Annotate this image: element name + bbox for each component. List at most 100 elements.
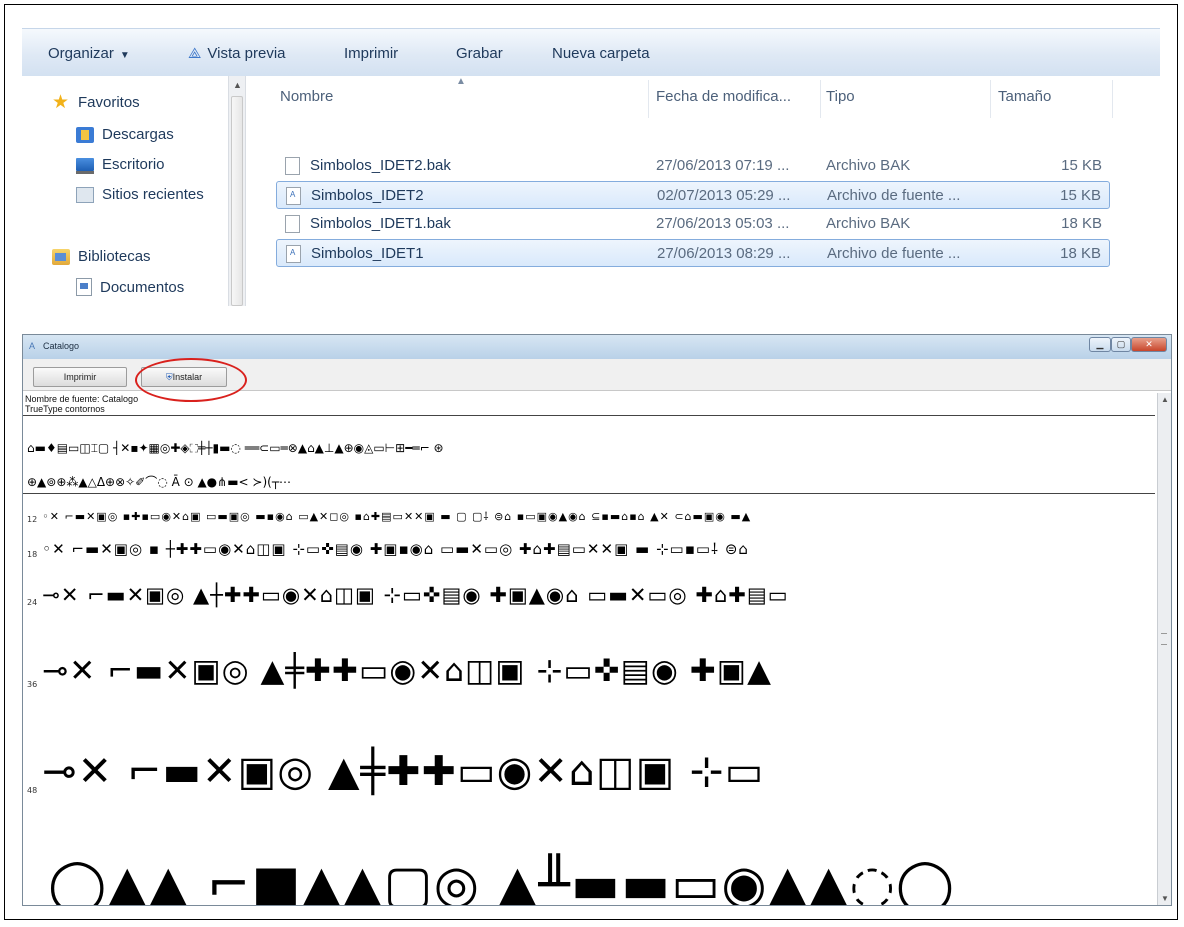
nav-libraries[interactable]: Bibliotecas bbox=[52, 248, 151, 265]
nav-libraries-label: Bibliotecas bbox=[78, 248, 151, 265]
file-row[interactable]: Simbolos_IDET2.bak 27/06/2013 07:19 ... … bbox=[276, 152, 1110, 180]
sample-row: 36 ⊸✕ ⌐▬✕▣◎ ▲╪✚✚▭◉✕⌂◫▣ ⊹▭✜▤◉ ✚▣▲ bbox=[27, 653, 772, 689]
preview-icon: ⟁ bbox=[188, 45, 202, 62]
print-button[interactable]: Imprimir bbox=[33, 367, 127, 387]
sample-row: 18 ◦✕ ⌐▬✕▣◎ ▪ ┼✚✚▭◉✕⌂◫▣ ⊹▭✜▤◉ ✚▣▪◉⌂ ▭▬✕▭… bbox=[27, 539, 749, 559]
preview-label: Vista previa bbox=[207, 45, 286, 62]
column-divider[interactable] bbox=[1112, 80, 1113, 118]
libraries-icon bbox=[52, 248, 70, 265]
file-size: 18 KB bbox=[1061, 215, 1102, 232]
close-button[interactable]: ✕ bbox=[1131, 337, 1167, 352]
scrollbar-grip[interactable] bbox=[1161, 633, 1167, 645]
maximize-button[interactable]: ▢ bbox=[1111, 337, 1131, 352]
nav-documents[interactable]: Documentos bbox=[76, 278, 184, 296]
sample-glyphs: ◯▲▲ ⌐■▲▲▢◎ ▲╨▬▬▭◉▲▲◌◯ bbox=[48, 855, 956, 906]
file-name: Simbolos_IDET2.bak bbox=[310, 157, 451, 174]
explorer-window: Organizar ▼ ⟁ Vista previa Imprimir Grabar… bbox=[22, 28, 1160, 306]
column-header-date[interactable]: Fecha de modifica... bbox=[656, 88, 791, 105]
nav-recent-label: Sitios recientes bbox=[102, 186, 204, 203]
nav-desktop[interactable]: Escritorio bbox=[76, 156, 165, 174]
column-header-size[interactable]: Tamaño bbox=[998, 88, 1051, 105]
file-date: 02/07/2013 05:29 ... bbox=[657, 187, 791, 204]
size-label: 48 bbox=[27, 786, 38, 795]
downloads-folder-icon bbox=[76, 126, 94, 143]
font-type-line: TrueType contornos bbox=[25, 404, 105, 414]
scroll-down-arrow-icon[interactable]: ▼ bbox=[1161, 894, 1169, 903]
burn-button[interactable]: Grabar bbox=[456, 45, 503, 62]
sample-row: 48 ⊸✕ ⌐▬✕▣◎ ▲╪✚✚▭◉✕⌂◫▣ ⊹▭ bbox=[27, 747, 764, 795]
scrollbar-thumb[interactable] bbox=[231, 96, 243, 306]
font-name-line: Nombre de fuente: Catalogo bbox=[25, 394, 139, 404]
column-header-name[interactable]: Nombre bbox=[280, 88, 333, 105]
nav-recent-places[interactable]: Sitios recientes bbox=[76, 186, 204, 203]
file-size: 15 KB bbox=[1060, 187, 1101, 204]
column-divider[interactable] bbox=[820, 80, 821, 118]
nav-downloads[interactable]: Descargas bbox=[76, 126, 174, 143]
navigation-pane: ★ Favoritos Descargas Escritorio Sitios r… bbox=[22, 76, 228, 306]
nav-downloads-label: Descargas bbox=[102, 126, 174, 143]
nav-favorites[interactable]: ★ Favoritos bbox=[52, 91, 140, 113]
file-type: Archivo BAK bbox=[826, 157, 911, 174]
preview-button[interactable]: ⟁ Vista previa bbox=[188, 45, 286, 62]
file-type: Archivo de fuente ... bbox=[827, 187, 961, 204]
file-icon bbox=[285, 157, 300, 175]
title-bar: A Catalogo ▁ ▢ ✕ bbox=[23, 335, 1171, 359]
file-row[interactable]: Simbolos_IDET1.bak 27/06/2013 05:03 ... … bbox=[276, 210, 1110, 238]
column-divider[interactable] bbox=[990, 80, 991, 118]
star-icon: ★ bbox=[52, 91, 70, 113]
divider bbox=[23, 493, 1155, 494]
scroll-up-arrow-icon[interactable]: ▲ bbox=[233, 80, 242, 90]
file-row-selected[interactable]: Simbolos_IDET2 02/07/2013 05:29 ... Arch… bbox=[276, 181, 1110, 209]
sample-glyphs: ⊸✕ ⌐▬✕▣◎ ▲╪✚✚▭◉✕⌂◫▣ ⊹▭✜▤◉ ✚▣▲ bbox=[42, 653, 772, 689]
file-list: ▲ Nombre Fecha de modifica... Tipo Tamañ… bbox=[246, 76, 1160, 306]
new-folder-button[interactable]: Nueva carpeta bbox=[552, 45, 650, 62]
sort-ascending-icon: ▲ bbox=[456, 76, 466, 87]
window-title: Catalogo bbox=[43, 341, 80, 351]
nav-favorites-label: Favoritos bbox=[78, 94, 140, 111]
file-name: Simbolos_IDET2 bbox=[311, 187, 424, 204]
file-name: Simbolos_IDET1.bak bbox=[310, 215, 451, 232]
sample-glyphs: ◦✕ ⌐▬✕▣◎ ▪ ┼✚✚▭◉✕⌂◫▣ ⊹▭✜▤◉ ✚▣▪◉⌂ ▭▬✕▭◎ ✚… bbox=[42, 540, 749, 558]
charset-row: ⌂▬♦▤▭◫⌶▢ ┤✕▪✦▦◎✚◈⛶╪┼▮▬◌ ══⊂▭═⊗▲⌂▲⊥▲⊕◉◬▭⊢… bbox=[27, 441, 444, 455]
size-label: 24 bbox=[27, 598, 38, 607]
sample-row: 12 ◦✕ ⌐▬✕▣◎ ▪✚▪▭◉✕⌂▣ ▭▬▣◎ ▬▪◉⌂ ▭▲✕◻◎ ▪⌂✚… bbox=[27, 505, 751, 524]
file-date: 27/06/2013 08:29 ... bbox=[657, 245, 791, 262]
file-row-selected[interactable]: Simbolos_IDET1 27/06/2013 08:29 ... Arch… bbox=[276, 239, 1110, 267]
font-file-icon bbox=[286, 187, 301, 205]
sample-glyphs: ⊸✕ ⌐▬✕▣◎ ▲┼✚✚▭◉✕⌂◫▣ ⊹▭✜▤◉ ✚▣▲◉⌂ ▭▬✕▭◎ ✚⌂… bbox=[42, 583, 789, 607]
file-name: Simbolos_IDET1 bbox=[311, 245, 424, 262]
column-header-type[interactable]: Tipo bbox=[826, 88, 855, 105]
size-label: 12 bbox=[27, 515, 38, 524]
nav-desktop-label: Escritorio bbox=[102, 156, 165, 173]
file-size: 18 KB bbox=[1060, 245, 1101, 262]
chevron-down-icon: ▼ bbox=[119, 50, 130, 61]
scroll-up-arrow-icon[interactable]: ▲ bbox=[1161, 395, 1169, 404]
font-info: Nombre de fuente: Catalogo TrueType cont… bbox=[25, 394, 138, 414]
recent-places-icon bbox=[76, 186, 94, 203]
nav-documents-label: Documentos bbox=[100, 278, 185, 296]
organize-button[interactable]: Organizar ▼ bbox=[48, 45, 130, 62]
nav-scrollbar[interactable]: ▲ bbox=[228, 76, 246, 306]
divider bbox=[23, 415, 1155, 416]
sample-glyphs: ⊸✕ ⌐▬✕▣◎ ▲╪✚✚▭◉✕⌂◫▣ ⊹▭ bbox=[42, 747, 765, 795]
catalog-window: A Catalogo ▁ ▢ ✕ Imprimir ⛨Instalar Nomb… bbox=[22, 334, 1172, 906]
file-type: Archivo de fuente ... bbox=[827, 245, 961, 262]
organize-label: Organizar bbox=[48, 45, 114, 62]
file-date: 27/06/2013 05:03 ... bbox=[656, 215, 790, 232]
print-button[interactable]: Imprimir bbox=[344, 45, 398, 62]
file-type: Archivo BAK bbox=[826, 215, 911, 232]
minimize-button[interactable]: ▁ bbox=[1089, 337, 1111, 352]
command-bar: Organizar ▼ ⟁ Vista previa Imprimir Grabar… bbox=[22, 28, 1160, 76]
column-divider[interactable] bbox=[648, 80, 649, 118]
charset-row: ⊕▲⊚⊕⁂▲△Δ⊕⊗✧✐⌒◌ Ā ⊙ ▲●⋔▬< ≻)(┬⋯ bbox=[27, 475, 292, 489]
vertical-scrollbar[interactable]: ▲ ▼ bbox=[1157, 393, 1171, 905]
size-label: 36 bbox=[27, 680, 38, 689]
sample-row: ◯▲▲ ⌐■▲▲▢◎ ▲╨▬▬▭◉▲▲◌◯ bbox=[43, 855, 956, 906]
desktop-icon bbox=[76, 158, 94, 174]
font-file-icon bbox=[286, 245, 301, 263]
font-app-icon: A bbox=[29, 341, 36, 351]
highlight-circle bbox=[135, 358, 247, 402]
file-date: 27/06/2013 07:19 ... bbox=[656, 157, 790, 174]
documents-icon bbox=[76, 278, 92, 296]
sample-glyphs: ◦✕ ⌐▬✕▣◎ ▪✚▪▭◉✕⌂▣ ▭▬▣◎ ▬▪◉⌂ ▭▲✕◻◎ ▪⌂✚▤▭✕… bbox=[42, 510, 752, 523]
